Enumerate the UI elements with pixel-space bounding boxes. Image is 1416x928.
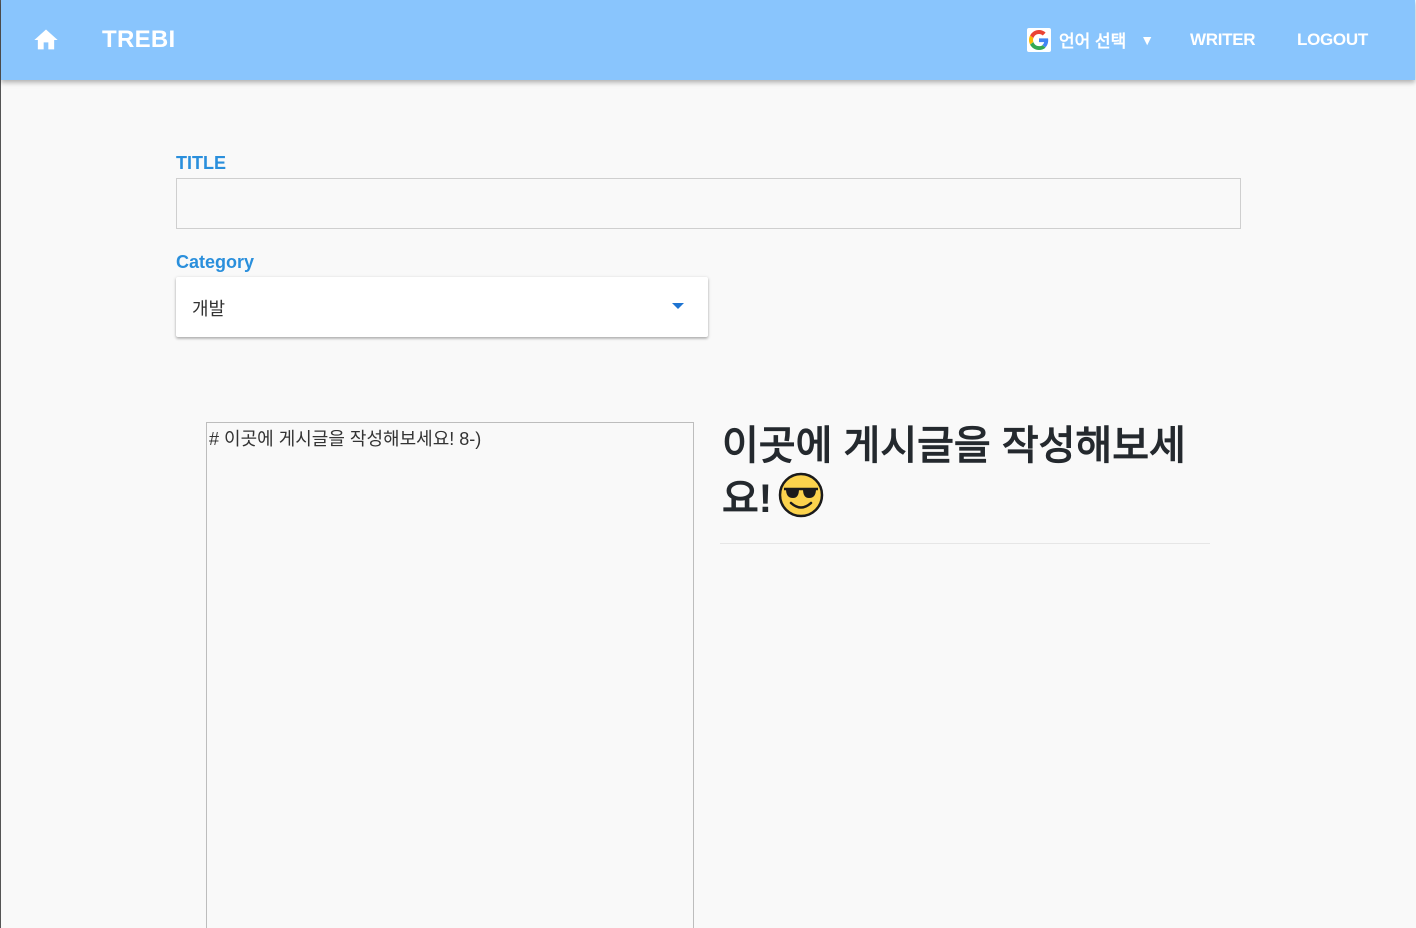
page: TREBI 언어 선택 ▼ WRITER LOGOUT TITLE Catego… <box>0 0 1416 928</box>
brand-title[interactable]: TREBI <box>102 26 176 54</box>
markdown-preview: 이곳에 게시글을 작성해보세요! <box>720 420 1210 544</box>
google-g-icon <box>1027 27 1051 52</box>
category-label: Category <box>176 252 255 272</box>
left-border <box>0 0 1 928</box>
app-bar: TREBI 언어 선택 ▼ WRITER LOGOUT <box>1 0 1415 80</box>
title-label: TITLE <box>176 153 226 173</box>
caret-down-icon: ▼ <box>1140 31 1155 48</box>
title-input[interactable] <box>176 178 1241 229</box>
dropdown-arrow-icon <box>672 303 684 309</box>
category-select[interactable]: 개발 <box>176 277 708 337</box>
writer-button[interactable]: WRITER <box>1190 30 1256 50</box>
sunglasses-emoji-icon <box>778 472 824 531</box>
preview-heading: 이곳에 게시글을 작성해보세요! <box>720 420 1210 544</box>
category-select-value: 개발 <box>192 299 226 319</box>
home-button[interactable] <box>31 26 61 54</box>
language-selector-label: 언어 선택 <box>1059 32 1127 51</box>
language-selector[interactable]: 언어 선택 ▼ <box>1027 27 1154 52</box>
home-icon <box>34 29 58 50</box>
markdown-editor[interactable]: # 이곳에 게시글을 작성해보세요! 8-) <box>206 422 694 928</box>
logout-button[interactable]: LOGOUT <box>1297 30 1368 50</box>
